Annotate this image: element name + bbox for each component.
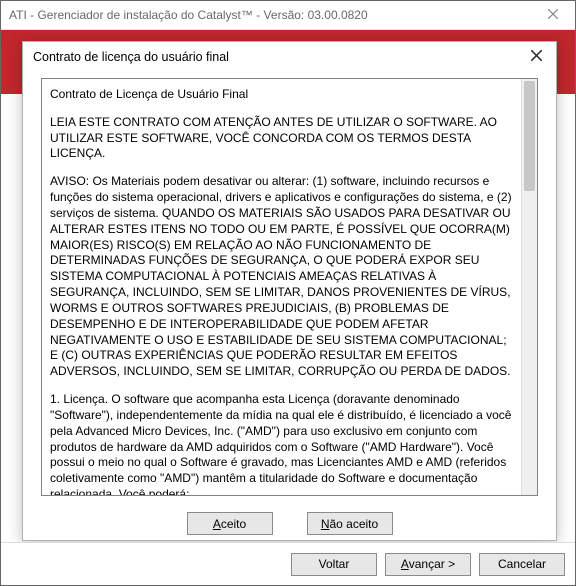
- close-icon: [548, 1, 558, 29]
- license-container: Contrato de Licença de Usuário Final LEI…: [41, 78, 538, 496]
- dialog-close-button[interactable]: [522, 46, 550, 68]
- license-scrollbar[interactable]: [521, 79, 537, 495]
- cancel-button[interactable]: Cancelar: [479, 553, 565, 576]
- eula-button-row: Aceito Não aceito: [23, 496, 556, 545]
- outer-window-title: ATI - Gerenciador de instalação do Catal…: [9, 1, 368, 29]
- accept-button[interactable]: Aceito: [187, 512, 273, 535]
- license-intro: LEIA ESTE CONTRATO COM ATENÇÃO ANTES DE …: [50, 115, 513, 162]
- outer-title-bar: ATI - Gerenciador de instalação do Catal…: [1, 1, 575, 30]
- license-aviso: AVISO: Os Materiais podem desativar ou a…: [50, 174, 513, 380]
- eula-dialog: Contrato de licença do usuário final Con…: [22, 41, 557, 541]
- decline-button[interactable]: Não aceito: [307, 512, 393, 535]
- close-icon: [531, 50, 542, 64]
- dialog-title: Contrato de licença do usuário final: [33, 50, 229, 64]
- outer-close-button[interactable]: [531, 1, 575, 29]
- back-button[interactable]: Voltar: [291, 553, 377, 576]
- wizard-nav-bar: Voltar Avançar > Cancelar: [1, 542, 575, 585]
- scrollbar-thumb[interactable]: [524, 81, 535, 191]
- license-frame: Contrato de Licença de Usuário Final LEI…: [41, 78, 538, 496]
- license-text: Contrato de Licença de Usuário Final LEI…: [42, 79, 521, 495]
- installer-window: ATI - Gerenciador de instalação do Catal…: [0, 0, 576, 586]
- license-sec1-lead: 1. Licença. O software que acompanha est…: [50, 392, 513, 495]
- next-button[interactable]: Avançar >: [385, 553, 471, 576]
- dialog-header: Contrato de licença do usuário final: [23, 42, 556, 72]
- license-heading: Contrato de Licença de Usuário Final: [50, 87, 513, 103]
